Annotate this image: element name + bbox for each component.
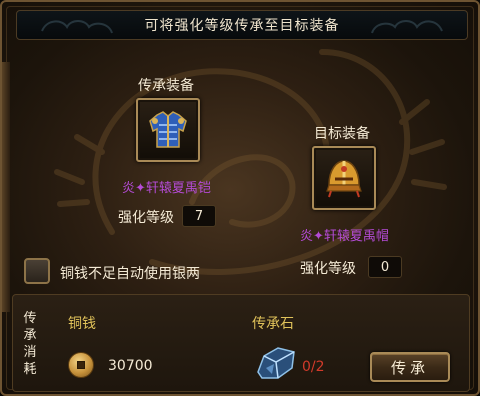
source-level-value: 7: [182, 205, 216, 227]
copper-amount: 30700: [108, 358, 153, 374]
source-level-label: 强化等级: [118, 210, 174, 226]
cost-section-label: 传承消耗: [23, 311, 37, 377]
source-equipment-slot[interactable]: [136, 98, 200, 162]
stone-label: 传承石: [252, 316, 294, 332]
stone-count: 0/2: [302, 359, 325, 375]
blue-armor-icon: [149, 111, 187, 148]
window-edge-decoration: [2, 62, 10, 312]
source-item-name: 炎✦轩辕夏禹铠: [122, 181, 211, 196]
target-level-label: 强化等级: [300, 261, 356, 277]
inheritance-dialog: 可将强化等级传承至目标装备 传承装备 炎✦轩辕夏禹铠 强化等级 7 目标装备 炎…: [0, 0, 480, 396]
source-equipment-heading: 传承装备: [138, 78, 194, 94]
copper-label: 铜钱: [68, 316, 96, 332]
target-equipment-slot[interactable]: [312, 146, 376, 210]
cloud-ornament-icon: [371, 20, 443, 34]
gold-helmet-icon: [326, 160, 362, 198]
cloud-ornament-icon: [41, 20, 113, 34]
auto-use-silver-label[interactable]: 铜钱不足自动使用银两: [60, 263, 200, 283]
dialog-title: 可将强化等级传承至目标装备: [144, 18, 340, 34]
title-bar: 可将强化等级传承至目标装备: [16, 10, 468, 40]
inherit-button[interactable]: 传承: [370, 352, 450, 382]
target-equipment-heading: 目标装备: [314, 126, 370, 142]
target-item-name: 炎✦轩辕夏禹帽: [300, 229, 389, 244]
inheritance-stone-icon: [257, 347, 295, 379]
target-level-value: 0: [368, 256, 402, 278]
auto-use-silver-checkbox[interactable]: [24, 258, 50, 284]
copper-coin-icon: [68, 352, 94, 378]
dragon-background-icon: [54, 49, 447, 275]
